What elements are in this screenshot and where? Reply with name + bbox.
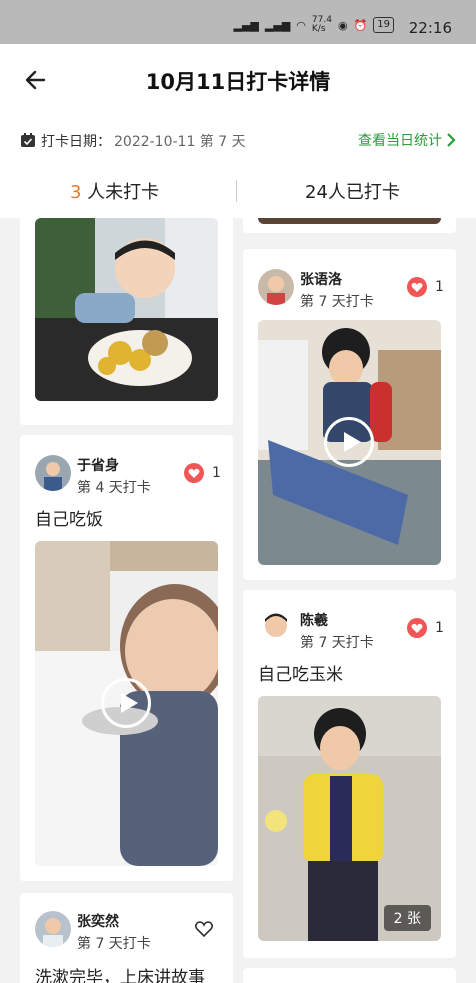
like-button[interactable]: 1 bbox=[407, 618, 444, 638]
post-video[interactable] bbox=[35, 541, 218, 866]
post-caption: 洗漱完毕，上床讲故事 bbox=[35, 968, 205, 983]
battery-icon: 19 bbox=[373, 17, 394, 33]
checkin-days: 第 7 天打卡 bbox=[300, 294, 374, 310]
user-name: 陈羲 bbox=[300, 613, 328, 629]
post-caption: 自己吃饭 bbox=[35, 510, 103, 530]
tab-not-checked[interactable]: 3 人未打卡 bbox=[70, 178, 159, 204]
clock: 22:16 bbox=[408, 19, 452, 37]
date-value: 2022-10-11 第 7 天 bbox=[114, 134, 246, 150]
like-button[interactable] bbox=[193, 919, 215, 939]
post-photo[interactable]: 2 张 bbox=[258, 696, 441, 941]
post-card[interactable] bbox=[20, 218, 233, 425]
post-card[interactable]: 张语洛 第 7 天打卡 1 bbox=[243, 249, 456, 580]
avatar[interactable] bbox=[35, 455, 71, 491]
date-bar: 打卡日期： 2022-10-11 第 7 天 查看当日统计 bbox=[0, 118, 476, 164]
post-card[interactable]: 于省身 第 4 天打卡 1 自己吃饭 bbox=[20, 435, 233, 881]
like-button[interactable]: 1 bbox=[407, 277, 444, 297]
calendar-check-icon bbox=[21, 133, 35, 147]
tab-divider bbox=[236, 180, 237, 202]
not-checked-count: 3 bbox=[70, 182, 82, 203]
post-card[interactable]: 张奕然 第 7 天打卡 洗漱完毕，上床讲故事 bbox=[20, 893, 233, 983]
post-card[interactable]: 陈羲 第 7 天打卡 1 自己吃玉米 2 张 bbox=[243, 590, 456, 958]
avatar[interactable] bbox=[258, 610, 294, 646]
play-button-icon[interactable] bbox=[101, 678, 151, 728]
like-button[interactable]: 1 bbox=[184, 463, 221, 483]
user-name: 于省身 bbox=[77, 458, 119, 474]
photo-count-badge: 2 张 bbox=[383, 905, 431, 931]
post-video[interactable] bbox=[258, 320, 441, 565]
tab-checked[interactable]: 24人已打卡 bbox=[305, 178, 400, 204]
checkin-tabs: 3 人未打卡 24人已打卡 bbox=[0, 164, 476, 218]
post-photo[interactable] bbox=[258, 218, 441, 224]
status-bar: ▂▄▆ ▂▄▆ ◠ 77.4 K/s ◉ ⏰ 19 22:16 bbox=[0, 0, 476, 44]
wifi-icon: ◠ bbox=[296, 18, 306, 32]
post-card[interactable] bbox=[243, 218, 456, 233]
stats-link-label: 查看当日统计 bbox=[358, 133, 442, 149]
post-card[interactable] bbox=[243, 968, 456, 983]
view-daily-stats-link[interactable]: 查看当日统计 bbox=[358, 130, 456, 150]
like-count: 1 bbox=[212, 465, 221, 481]
post-photo[interactable] bbox=[35, 218, 218, 401]
checkin-days: 第 7 天打卡 bbox=[77, 936, 151, 952]
checkin-feed[interactable]: 于省身 第 4 天打卡 1 自己吃饭 张奕然 第 7 天打卡 洗漱完毕，上床讲故… bbox=[0, 218, 476, 983]
heart-outline-icon bbox=[194, 921, 214, 938]
header: 10月11日打卡详情 bbox=[0, 44, 476, 118]
heart-filled-icon bbox=[184, 463, 204, 483]
like-count: 1 bbox=[435, 279, 444, 295]
post-caption: 自己吃玉米 bbox=[258, 665, 343, 685]
not-checked-label: 人未打卡 bbox=[81, 182, 160, 203]
status-icons: ▂▄▆ ▂▄▆ ◠ 77.4 K/s ◉ ⏰ 19 bbox=[234, 16, 394, 34]
user-name: 张奕然 bbox=[77, 914, 119, 930]
avatar[interactable] bbox=[35, 911, 71, 947]
avatar[interactable] bbox=[258, 269, 294, 305]
signal-icon: ▂▄▆ bbox=[233, 18, 259, 32]
eye-icon: ◉ bbox=[337, 18, 348, 32]
checkin-days: 第 7 天打卡 bbox=[300, 635, 374, 651]
alarm-icon: ⏰ bbox=[353, 18, 368, 32]
network-speed: 77.4 K/s bbox=[311, 15, 332, 34]
signal-icon-2: ▂▄▆ bbox=[264, 18, 291, 32]
user-name: 张语洛 bbox=[300, 272, 342, 288]
like-count: 1 bbox=[435, 620, 444, 636]
heart-filled-icon bbox=[407, 618, 427, 638]
page-title: 10月11日打卡详情 bbox=[145, 70, 331, 94]
chevron-right-icon bbox=[447, 133, 456, 147]
date-label: 打卡日期： bbox=[41, 134, 111, 150]
checkin-days: 第 4 天打卡 bbox=[77, 480, 151, 496]
play-button-icon[interactable] bbox=[324, 417, 374, 467]
heart-filled-icon bbox=[407, 277, 427, 297]
